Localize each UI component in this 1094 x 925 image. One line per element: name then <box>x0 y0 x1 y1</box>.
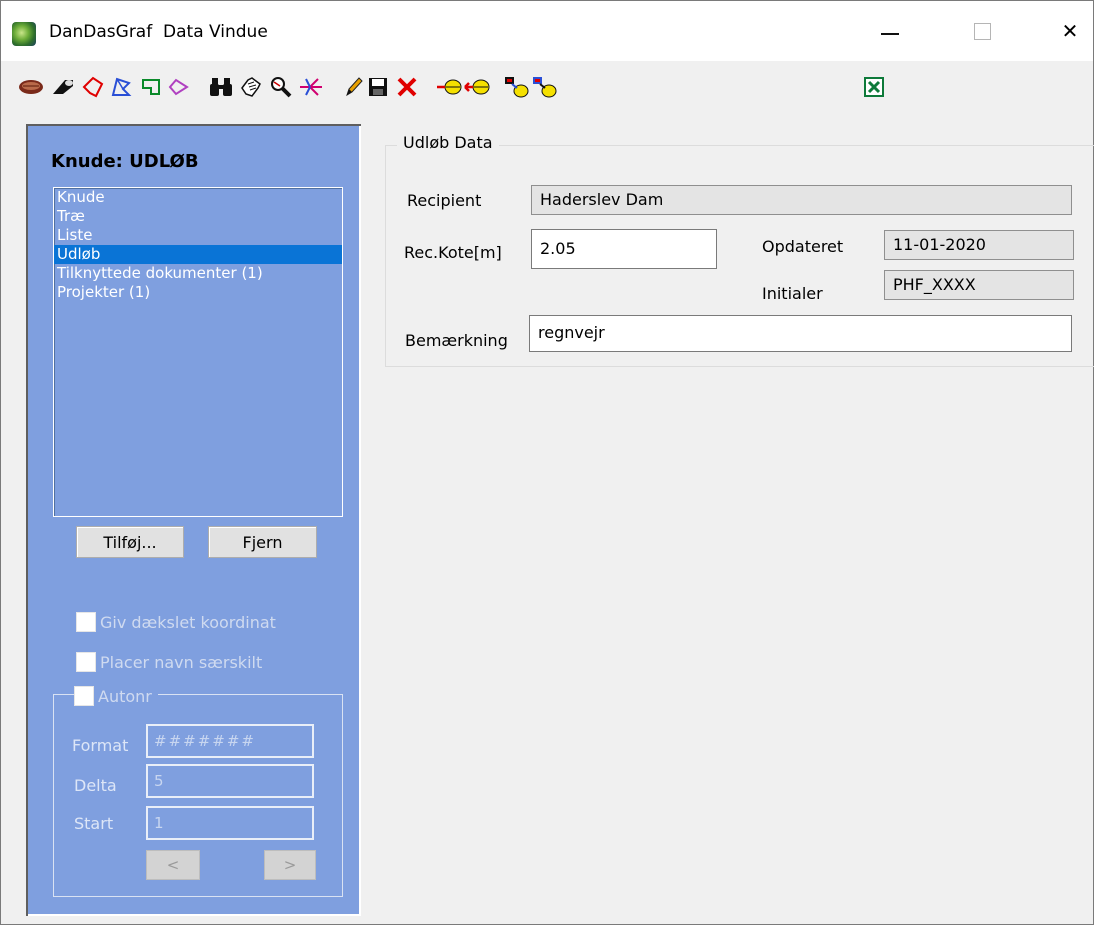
previous-button[interactable]: < <box>146 850 200 880</box>
remark-field[interactable]: regnvejr <box>529 315 1072 352</box>
insert-before-icon[interactable] <box>435 73 463 101</box>
polygon-red-icon[interactable] <box>79 73 107 101</box>
updated-label: Opdateret <box>762 237 844 256</box>
data-window: DanDasGraf Data Vindue ✕ Knude: UDLØB Kn… <box>0 0 1094 925</box>
recipient-label: Recipient <box>407 191 482 210</box>
rectangle-green-icon[interactable] <box>137 73 165 101</box>
save-icon[interactable] <box>364 73 392 101</box>
place-name-label: Placer navn særskilt <box>100 652 263 672</box>
node-title: Knude: UDLØB <box>51 151 199 172</box>
updated-field[interactable]: 11-01-2020 <box>884 230 1074 260</box>
list-item[interactable]: Tilknyttede dokumenter (1) <box>54 264 342 283</box>
pencil-icon[interactable] <box>339 73 367 101</box>
outlet-data-title: Udløb Data <box>397 133 499 152</box>
cover-coordinate-label: Giv dækslet koordinat <box>100 612 276 632</box>
initials-label: Initialer <box>762 284 823 303</box>
delta-label: Delta <box>74 776 117 795</box>
paste-node-icon[interactable] <box>531 73 559 101</box>
close-icon: ✕ <box>1061 19 1079 43</box>
rec-kote-label: Rec.Kote[m] <box>404 243 502 262</box>
title-bar: DanDasGraf Data Vindue ✕ <box>1 1 1093 61</box>
autonr-row: Autonr <box>74 684 158 708</box>
list-item[interactable]: Knude <box>54 188 342 207</box>
manhole-icon[interactable] <box>17 73 45 101</box>
insert-after-icon[interactable] <box>463 73 491 101</box>
close-button[interactable]: ✕ <box>1047 11 1093 51</box>
polygon-blue-icon[interactable] <box>107 73 135 101</box>
app-logo-icon <box>12 22 36 46</box>
minimize-icon <box>881 33 899 35</box>
node-panel: Knude: UDLØB Knude Træ Liste Udløb Tilkn… <box>26 124 361 916</box>
list-item-selected[interactable]: Udløb <box>54 245 342 264</box>
autonr-label: Autonr <box>98 686 152 706</box>
initials-field[interactable]: PHF_XXXX <box>884 270 1074 300</box>
toolbar <box>1 63 1093 113</box>
cover-coordinate-checkbox[interactable] <box>76 612 96 632</box>
place-name-checkbox[interactable] <box>76 652 96 672</box>
minimize-button[interactable] <box>867 11 913 51</box>
copy-node-icon[interactable] <box>503 73 531 101</box>
list-item[interactable]: Træ <box>54 207 342 226</box>
next-button[interactable]: > <box>264 850 316 880</box>
place-name-row: Placer navn særskilt <box>76 650 262 674</box>
diamond-purple-icon[interactable] <box>165 73 193 101</box>
list-item[interactable]: Projekter (1) <box>54 283 342 302</box>
maximize-icon <box>973 22 991 40</box>
window-title: DanDasGraf Data Vindue <box>49 22 268 42</box>
remark-label: Bemærkning <box>405 331 508 350</box>
delta-field[interactable]: 5 <box>146 764 314 798</box>
rec-kote-field[interactable]: 2.05 <box>531 229 717 269</box>
format-label: Format <box>72 736 129 755</box>
maximize-button[interactable] <box>959 11 1005 51</box>
magnifier-icon[interactable] <box>267 73 295 101</box>
remove-button[interactable]: Fjern <box>208 526 317 558</box>
start-label: Start <box>74 814 114 833</box>
hand-select-icon[interactable] <box>237 73 265 101</box>
cover-coordinate-row: Giv dækslet koordinat <box>76 610 276 634</box>
autonr-checkbox[interactable] <box>74 686 94 706</box>
list-item[interactable]: Liste <box>54 226 342 245</box>
start-field[interactable]: 1 <box>146 806 314 840</box>
excel-icon[interactable] <box>860 73 888 101</box>
network-branch-icon[interactable] <box>297 73 325 101</box>
pipe-icon[interactable] <box>49 73 77 101</box>
delete-icon[interactable] <box>393 73 421 101</box>
format-field[interactable]: ####### <box>146 724 314 758</box>
add-button[interactable]: Tilføj... <box>76 526 184 558</box>
binoculars-icon[interactable] <box>207 73 235 101</box>
recipient-field[interactable]: Haderslev Dam <box>531 185 1072 215</box>
node-listbox[interactable]: Knude Træ Liste Udløb Tilknyttede dokume… <box>53 187 343 517</box>
